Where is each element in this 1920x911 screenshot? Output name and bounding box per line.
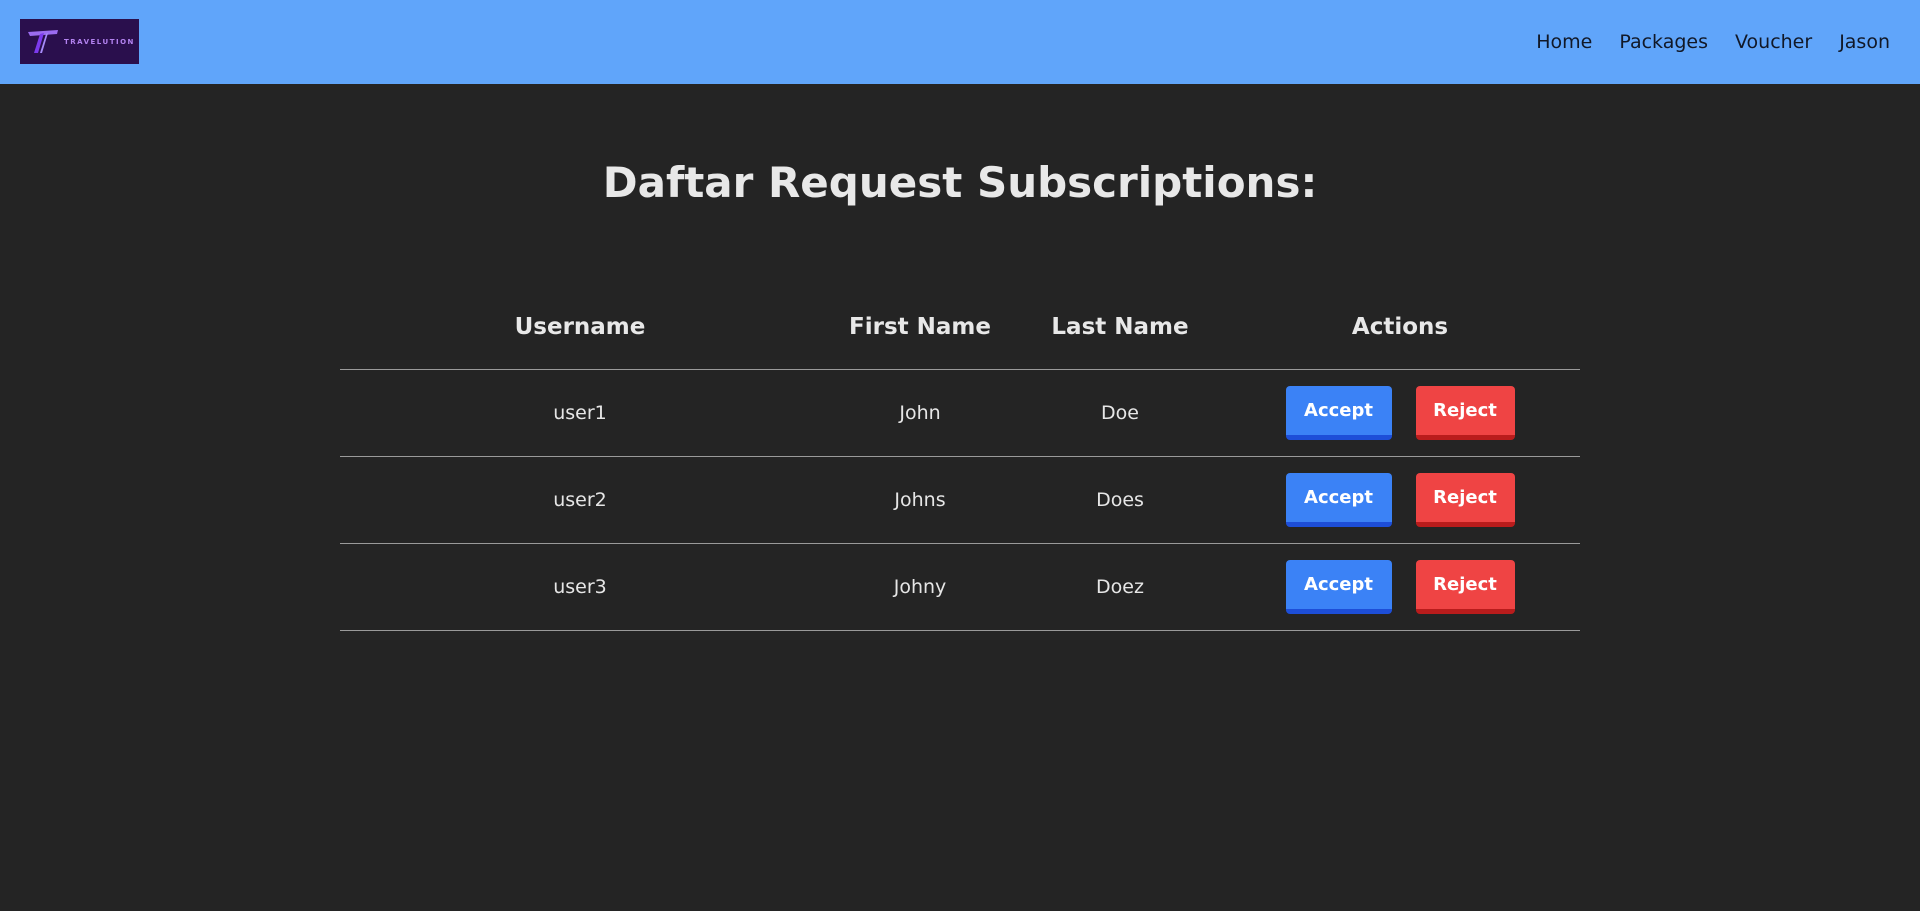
subscription-requests-table: Username First Name Last Name Actions us… [340,285,1580,631]
cell-username: user1 [340,369,820,457]
nav-link-voucher[interactable]: Voucher [1735,31,1812,53]
cell-first-name: John [820,369,1020,457]
table-row: user1 John Doe Accept Reject [340,369,1580,457]
travelution-logo-icon [28,29,58,53]
cell-first-name: Johns [820,456,1020,544]
cell-last-name: Does [1020,456,1220,544]
header-first-name: First Name [820,285,1020,370]
cell-last-name: Doe [1020,369,1220,457]
reject-button[interactable]: Reject [1415,386,1515,440]
nav-link-user[interactable]: Jason [1839,31,1890,53]
header-username: Username [340,285,820,370]
cell-username: user3 [340,543,820,631]
cell-username: user2 [340,456,820,544]
reject-button[interactable]: Reject [1415,560,1515,614]
cell-actions: Accept Reject [1220,369,1580,457]
nav-link-home[interactable]: Home [1536,31,1592,53]
accept-button[interactable]: Accept [1285,473,1392,527]
nav-link-packages[interactable]: Packages [1619,31,1708,53]
cell-actions: Accept Reject [1220,543,1580,631]
accept-button[interactable]: Accept [1285,560,1392,614]
header-actions: Actions [1220,285,1580,370]
accept-button[interactable]: Accept [1285,386,1392,440]
cell-first-name: Johny [820,543,1020,631]
header-last-name: Last Name [1020,285,1220,370]
brand-name: TRAVELUTION [64,37,135,46]
brand-logo[interactable]: TRAVELUTION [20,19,139,64]
reject-button[interactable]: Reject [1415,473,1515,527]
cell-actions: Accept Reject [1220,456,1580,544]
page-title: Daftar Request Subscriptions: [602,158,1318,207]
table-header-row: Username First Name Last Name Actions [340,285,1580,370]
table-row: user2 Johns Does Accept Reject [340,456,1580,544]
table-row: user3 Johny Doez Accept Reject [340,543,1580,631]
cell-last-name: Doez [1020,543,1220,631]
nav-links: Home Packages Voucher Jason [1509,0,1890,84]
navbar: TRAVELUTION Home Packages Voucher Jason [0,0,1920,84]
